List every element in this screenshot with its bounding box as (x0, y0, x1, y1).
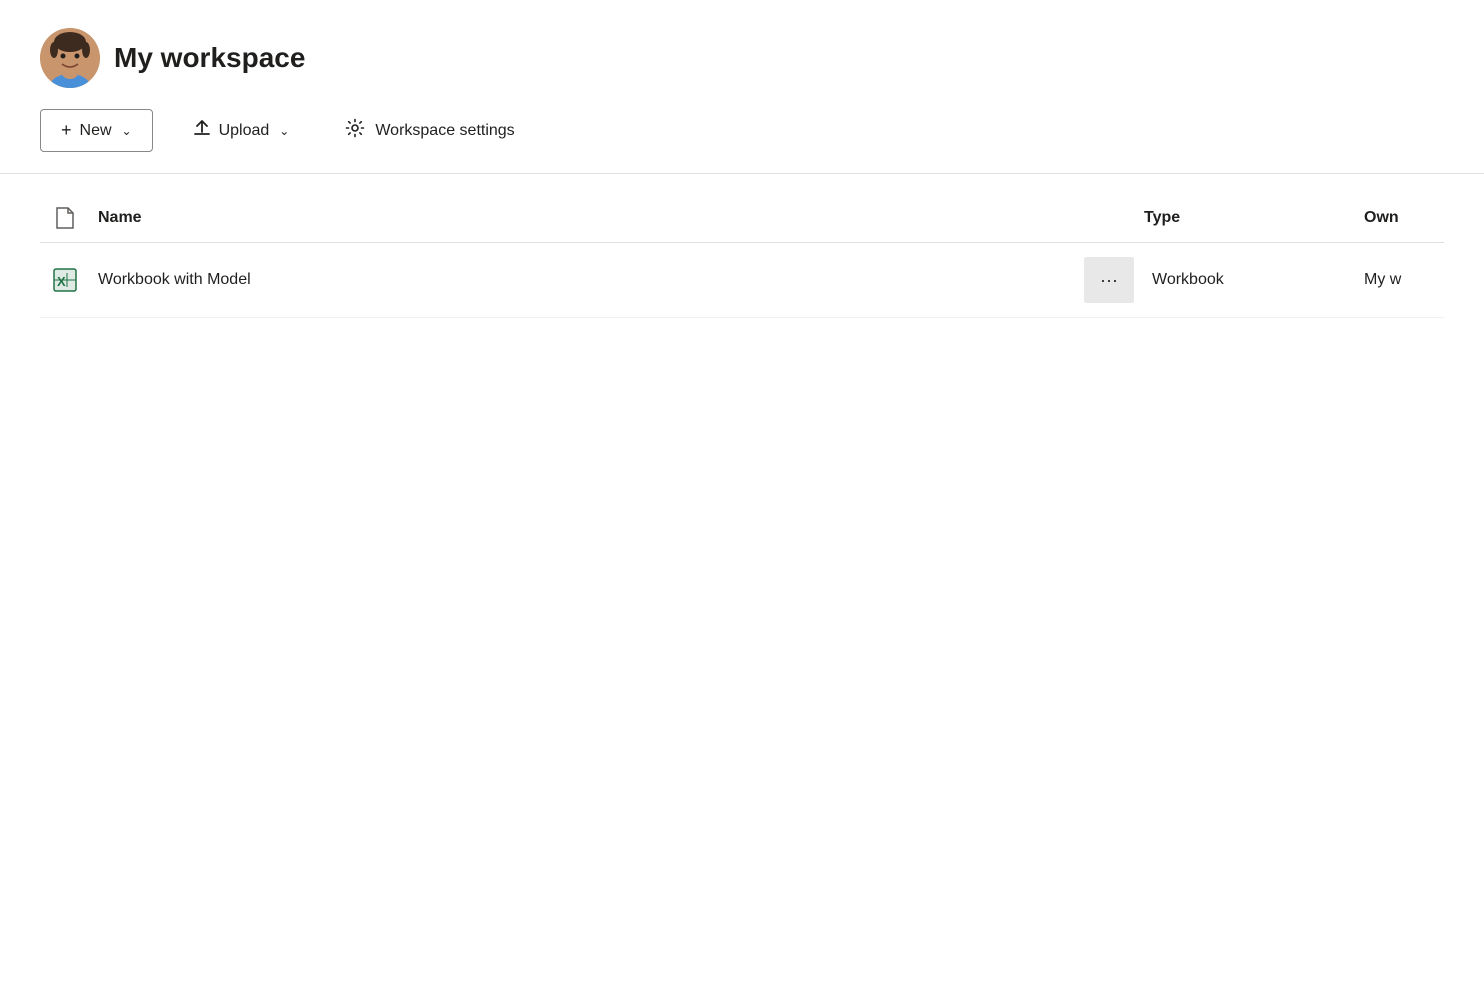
more-button-container: ··· Refresh now Replace file Settings (1084, 257, 1144, 303)
col-type-header: Type (1144, 209, 1364, 227)
workspace-settings-label: Workspace settings (375, 122, 514, 140)
toolbar: + New ⌄ Upload ⌄ Workspace settings (0, 108, 1484, 173)
plus-icon: + (61, 120, 72, 141)
workspace-settings-button[interactable]: Workspace settings (329, 108, 530, 153)
col-owner-header: Own (1364, 209, 1444, 227)
table-header: Name Type Own (40, 194, 1444, 243)
workbook-name: Workbook with Model (98, 271, 251, 288)
ellipsis-icon: ··· (1100, 270, 1118, 291)
file-type-cell: Workbook (1144, 271, 1364, 289)
col-icon-header (40, 206, 90, 230)
header: My workspace (0, 0, 1484, 108)
chevron-down-icon: ⌄ (122, 124, 132, 138)
file-name-cell: Workbook with Model (90, 271, 1084, 289)
upload-label: Upload (219, 122, 270, 140)
col-name-header: Name (90, 209, 1084, 227)
file-owner-cell: My w (1364, 271, 1444, 289)
table-row: X Workbook with Model ··· (40, 243, 1444, 318)
avatar-image (40, 28, 100, 88)
avatar (40, 28, 100, 88)
upload-button[interactable]: Upload ⌄ (177, 109, 306, 152)
content-area: Name Type Own X Workbook with (0, 194, 1484, 318)
workbook-type: Workbook (1152, 271, 1224, 288)
svg-text:X: X (57, 274, 66, 289)
toolbar-divider (0, 173, 1484, 174)
workbook-owner: My w (1364, 271, 1401, 288)
file-type-icon-cell: X (40, 267, 90, 293)
main-container: My workspace + New ⌄ Upload ⌄ (0, 0, 1484, 981)
upload-icon (193, 119, 211, 142)
gear-icon (345, 118, 365, 143)
new-label: New (80, 122, 112, 140)
workspace-title: My workspace (114, 42, 305, 74)
excel-icon: X (52, 267, 78, 293)
new-button[interactable]: + New ⌄ (40, 109, 153, 152)
more-options-button[interactable]: ··· (1084, 257, 1134, 303)
upload-chevron-icon: ⌄ (279, 124, 289, 138)
file-header-icon (55, 206, 75, 230)
files-table: Name Type Own X Workbook with (40, 194, 1444, 318)
